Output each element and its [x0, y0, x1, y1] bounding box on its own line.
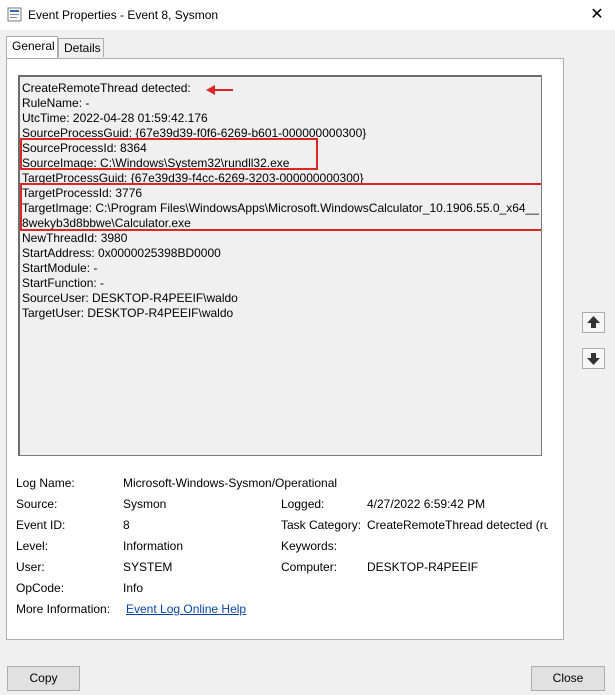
level-label: Level:	[16, 539, 49, 553]
description-line: SourceProcessId: 8364	[22, 141, 147, 155]
keywords-label: Keywords:	[281, 539, 338, 553]
description-line: TargetProcessGuid: {67e39d39-f4cc-6269-3…	[22, 171, 364, 185]
opcode-label: OpCode:	[16, 581, 65, 595]
description-line: TargetUser: DESKTOP-R4PEEIF\waldo	[22, 306, 234, 320]
general-panel: CreateRemoteThread detected: RuleName: -…	[6, 58, 564, 640]
event-viewer-icon	[7, 7, 22, 22]
description-line: NewThreadId: 3980	[22, 231, 128, 245]
description-line: UtcTime: 2022-04-28 01:59:42.176	[22, 111, 208, 125]
description-line: 8wekyb3d8bbwe\Calculator.exe	[22, 216, 191, 230]
description-line: CreateRemoteThread detected:	[22, 81, 191, 95]
description-line: SourceUser: DESKTOP-R4PEEIF\waldo	[22, 291, 238, 305]
user-value: SYSTEM	[123, 560, 173, 574]
tab-general[interactable]: General	[6, 36, 58, 58]
description-line: TargetProcessId: 3776	[22, 186, 143, 200]
event-id-value: 8	[123, 518, 130, 532]
event-description: CreateRemoteThread detected: RuleName: -…	[18, 75, 542, 456]
description-line: SourceImage: C:\Windows\System32\rundll3…	[22, 156, 290, 170]
tab-details[interactable]: Details	[58, 38, 104, 57]
level-value: Information	[123, 539, 184, 553]
arrow-down-icon	[587, 353, 600, 365]
source-value: Sysmon	[123, 497, 167, 511]
description-line: SourceProcessGuid: {67e39d39-f0f6-6269-b…	[22, 126, 367, 140]
next-event-button[interactable]	[582, 348, 605, 369]
log-name-value: Microsoft-Windows-Sysmon/Operational	[123, 476, 338, 490]
log-name-label: Log Name:	[16, 476, 75, 490]
source-label: Source:	[16, 497, 58, 511]
arrow-up-icon	[587, 316, 600, 328]
title-bar: Event Properties - Event 8, Sysmon ✕	[0, 0, 615, 30]
event-log-online-help-link[interactable]: Event Log Online Help	[126, 602, 246, 616]
logged-label: Logged:	[281, 497, 325, 511]
copy-button[interactable]: Copy	[7, 666, 80, 691]
computer-label: Computer:	[281, 560, 338, 574]
description-line: StartModule: -	[22, 261, 98, 275]
description-line: StartAddress: 0x0000025398BD0000	[22, 246, 221, 260]
close-window-icon[interactable]: ✕	[585, 3, 609, 27]
description-line: TargetImage: C:\Program Files\WindowsApp…	[22, 201, 539, 215]
user-label: User:	[16, 560, 45, 574]
description-line: RuleName: -	[22, 96, 90, 110]
close-button[interactable]: Close	[531, 666, 605, 691]
task-category-label: Task Category:	[281, 518, 362, 532]
red-arrow-icon	[206, 85, 233, 95]
window-title: Event Properties - Event 8, Sysmon	[28, 8, 219, 22]
previous-event-button[interactable]	[582, 312, 605, 333]
logged-value: 4/27/2022 6:59:42 PM	[367, 497, 486, 511]
description-line: StartFunction: -	[22, 276, 105, 290]
computer-value: DESKTOP-R4PEEIF	[367, 560, 479, 574]
opcode-value: Info	[123, 581, 144, 595]
more-information-label: More Information:	[16, 602, 111, 616]
event-id-label: Event ID:	[16, 518, 66, 532]
task-category-value: CreateRemoteThread detected (rul	[367, 518, 548, 532]
